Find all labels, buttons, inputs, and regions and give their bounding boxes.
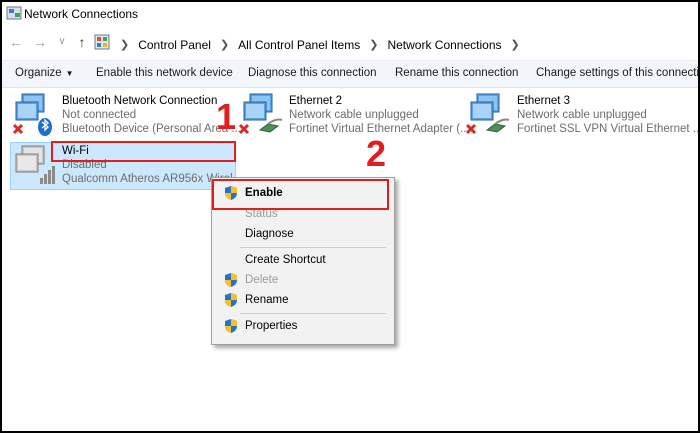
connection-name: Ethernet 3 xyxy=(517,95,571,107)
change-settings-button[interactable]: Change settings of this connection xyxy=(536,67,698,79)
menu-item-delete[interactable]: Delete xyxy=(212,270,394,290)
breadcrumb-separator-icon[interactable]: ❯ xyxy=(511,38,520,52)
recent-locations-chevron-icon[interactable]: ∨ xyxy=(54,34,70,50)
organize-button[interactable]: Organize ▼ xyxy=(15,67,74,79)
menu-item-diagnose[interactable]: Diagnose xyxy=(212,224,394,244)
connection-device: Fortinet SSL VPN Virtual Ethernet ... xyxy=(517,123,698,135)
back-arrow-icon[interactable]: ← xyxy=(8,34,24,50)
dropdown-arrow-icon: ▼ xyxy=(65,69,74,78)
breadcrumb-control-panel[interactable]: Control Panel xyxy=(138,38,211,52)
connection-status: Network cable unplugged xyxy=(517,109,647,121)
title-bar: Network Connections xyxy=(2,2,698,26)
breadcrumb-separator-icon[interactable]: ❯ xyxy=(220,38,229,52)
network-connections-icon xyxy=(6,6,22,20)
rename-connection-button[interactable]: Rename this connection xyxy=(395,67,518,79)
uac-shield-icon xyxy=(225,273,237,287)
connection-status: Not connected xyxy=(62,109,137,121)
menu-separator xyxy=(240,313,386,314)
network-connections-window: Network Connections ← → ∨ ↑ ❯ Control Pa… xyxy=(2,2,698,431)
breadcrumb-separator-icon[interactable]: ❯ xyxy=(369,38,378,52)
ethernet-adapter-icon xyxy=(238,93,283,135)
menu-label: Rename xyxy=(245,294,289,306)
menu-separator xyxy=(240,247,386,248)
control-panel-icon xyxy=(94,34,110,50)
connection-status: Network cable unplugged xyxy=(289,109,419,121)
annotation-box-enable xyxy=(212,179,389,210)
connection-device: Qualcomm Atheros AR956x Wirel xyxy=(62,173,233,185)
organize-label: Organize xyxy=(15,67,62,79)
menu-label: Diagnose xyxy=(245,228,294,240)
menu-label: Properties xyxy=(245,320,298,332)
connection-name: Ethernet 2 xyxy=(289,95,343,107)
connection-name: Bluetooth Network Connection xyxy=(62,95,218,107)
forward-arrow-icon[interactable]: → xyxy=(32,34,48,50)
annotation-box-wifi xyxy=(51,141,236,162)
enable-device-button[interactable]: Enable this network device xyxy=(96,67,233,79)
breadcrumb: ❯ Control Panel ❯ All Control Panel Item… xyxy=(114,38,529,52)
uac-shield-icon xyxy=(225,319,237,333)
diagnose-connection-button[interactable]: Diagnose this connection xyxy=(248,67,377,79)
annotation-step-1: 1 xyxy=(216,96,237,137)
up-arrow-icon[interactable]: ↑ xyxy=(74,34,90,50)
menu-label: Create Shortcut xyxy=(245,254,326,266)
menu-item-properties[interactable]: Properties xyxy=(212,316,394,336)
menu-label: Delete xyxy=(245,274,279,286)
breadcrumb-separator-icon[interactable]: ❯ xyxy=(120,38,129,52)
window-title: Network Connections xyxy=(24,7,139,21)
command-bar: Organize ▼ Enable this network device Dia… xyxy=(2,60,698,88)
breadcrumb-all-items[interactable]: All Control Panel Items xyxy=(238,38,360,52)
bluetooth-adapter-icon xyxy=(12,93,52,136)
ethernet-adapter-icon xyxy=(465,93,510,135)
annotation-step-2: 2 xyxy=(366,133,387,174)
menu-item-create-shortcut[interactable]: Create Shortcut xyxy=(212,250,394,270)
connection-device: Bluetooth Device (Personal Area ... xyxy=(62,123,241,135)
breadcrumb-network-connections[interactable]: Network Connections xyxy=(387,38,501,52)
menu-item-rename[interactable]: Rename xyxy=(212,290,394,310)
uac-shield-icon xyxy=(225,293,237,307)
